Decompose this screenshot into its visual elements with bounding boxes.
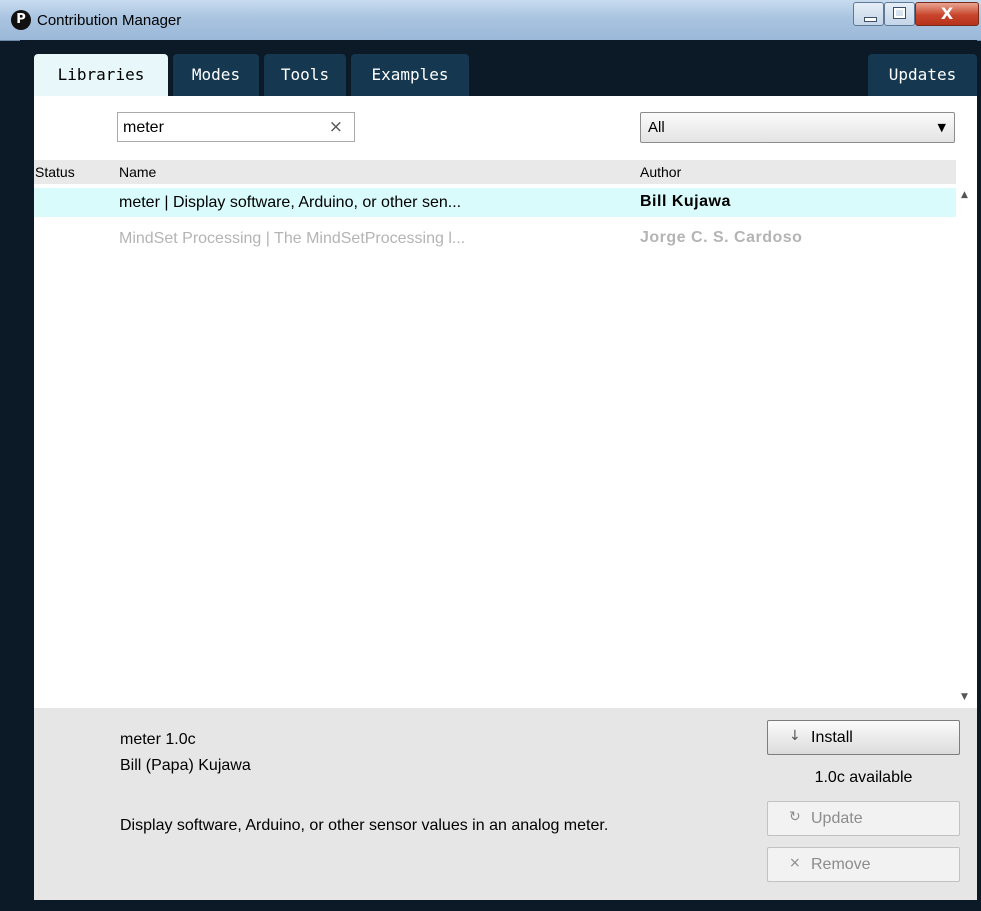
library-author: Bill Kujawa xyxy=(640,193,731,210)
library-name: MindSet Processing | The MindSetProcessi… xyxy=(119,230,466,247)
close-button[interactable]: X xyxy=(915,2,979,26)
table-row[interactable]: meter | Display software, Arduino, or ot… xyxy=(34,188,956,217)
search-input-value: meter xyxy=(123,119,164,136)
vertical-scrollbar[interactable]: ▲ ▼ xyxy=(956,184,977,708)
tab-updates[interactable]: Updates xyxy=(868,54,977,96)
library-list-panel: meter × All ▼ Status Name Author meter |… xyxy=(34,96,977,708)
install-button-label: Install xyxy=(811,729,853,746)
available-version-label: 1.0c available xyxy=(814,769,913,786)
tab-libraries[interactable]: Libraries xyxy=(34,54,168,96)
maximize-button[interactable] xyxy=(884,2,915,26)
maximize-icon xyxy=(893,7,906,19)
column-header-name[interactable]: Name xyxy=(119,164,156,180)
window-title: Contribution Manager xyxy=(37,12,182,29)
library-name: meter | Display software, Arduino, or ot… xyxy=(119,194,462,211)
search-input[interactable]: meter × xyxy=(117,112,355,142)
dropdown-arrow-icon: ▼ xyxy=(937,121,946,134)
detail-library-author: Bill (Papa) Kujawa xyxy=(120,757,251,774)
column-header-status[interactable]: Status xyxy=(35,164,75,180)
refresh-icon: ↻ xyxy=(789,809,801,825)
close-icon: X xyxy=(940,4,954,23)
title-bar[interactable]: P Contribution Manager X xyxy=(0,0,981,41)
minimize-button[interactable] xyxy=(853,2,884,26)
update-button-label: Update xyxy=(811,810,863,827)
detail-library-description: Display software, Arduino, or other sens… xyxy=(120,817,609,834)
detail-library-title: meter 1.0c xyxy=(120,731,196,748)
tab-modes[interactable]: Modes xyxy=(173,54,259,96)
clear-search-icon[interactable]: × xyxy=(329,117,343,137)
library-author: Jorge C. S. Cardoso xyxy=(640,229,803,246)
table-header: Status Name Author xyxy=(34,160,956,184)
contribution-manager-window: P Contribution Manager X Libraries Modes… xyxy=(0,0,981,911)
library-details-panel: meter 1.0c Bill (Papa) Kujawa Display so… xyxy=(34,708,977,900)
column-header-author[interactable]: Author xyxy=(640,164,681,180)
remove-x-icon: × xyxy=(789,855,801,871)
table-row[interactable]: MindSet Processing | The MindSetProcessi… xyxy=(34,224,956,253)
category-filter-dropdown[interactable]: All ▼ xyxy=(640,112,955,143)
install-button[interactable]: ↓ Install xyxy=(767,720,960,755)
scroll-down-icon[interactable]: ▼ xyxy=(961,692,968,702)
category-filter-value: All xyxy=(648,119,665,136)
download-arrow-icon: ↓ xyxy=(789,728,801,744)
minimize-icon xyxy=(864,17,877,22)
tab-tools[interactable]: Tools xyxy=(264,54,346,96)
scroll-up-icon[interactable]: ▲ xyxy=(961,190,968,200)
remove-button[interactable]: × Remove xyxy=(767,847,960,882)
tab-examples[interactable]: Examples xyxy=(351,54,469,96)
processing-app-icon: P xyxy=(11,10,31,30)
tab-bar: Libraries Modes Tools Examples Updates xyxy=(20,40,977,96)
remove-button-label: Remove xyxy=(811,856,871,873)
update-button[interactable]: ↻ Update xyxy=(767,801,960,836)
